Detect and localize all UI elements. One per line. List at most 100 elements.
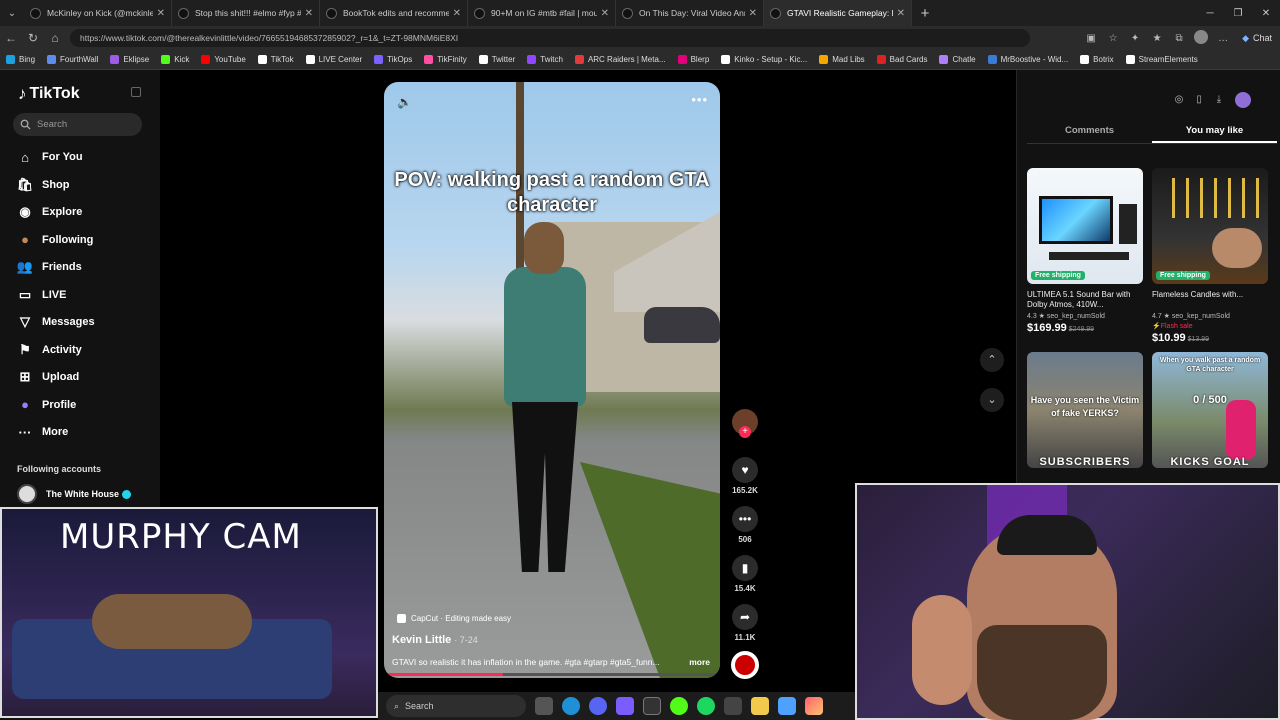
favorite-star-icon[interactable]: ☆ <box>1102 33 1124 44</box>
browser-tab[interactable]: Stop this shit!!! #elmo #fyp #parod ✕ <box>172 0 320 26</box>
sidebar-item-following[interactable]: ● Following <box>17 232 93 248</box>
close-tab-icon[interactable]: ✕ <box>897 8 905 19</box>
menu-dots-icon[interactable]: … <box>1212 33 1234 44</box>
suggested-video-card[interactable]: When you walk past a random GTA characte… <box>1152 352 1268 468</box>
url-field[interactable]: https://www.tiktok.com/@therealkevinlitt… <box>70 29 1030 47</box>
bookmark-item[interactable]: Kick <box>161 55 189 64</box>
close-tab-icon[interactable]: ✕ <box>453 8 461 19</box>
collapse-sidebar-icon[interactable] <box>131 87 141 97</box>
steam-icon[interactable] <box>724 697 742 715</box>
sidebar-item-profile[interactable]: ● Profile <box>17 397 76 413</box>
split-screen-icon[interactable]: ▣ <box>1080 33 1102 44</box>
next-video-chevron-down-icon[interactable]: ⌄ <box>980 388 1004 412</box>
browser-tab[interactable]: BookTok edits and recommendati ✕ <box>320 0 468 26</box>
tiktok-logo[interactable]: ♪ TikTok <box>18 84 80 104</box>
minimize-icon[interactable]: ─ <box>1196 0 1224 26</box>
video-progress-bar[interactable] <box>388 673 716 676</box>
coin-icon[interactable]: ◎ <box>1169 94 1189 105</box>
sidebar-item-activity[interactable]: ⚑ Activity <box>17 342 82 358</box>
sidebar-item-explore[interactable]: ◉ Explore <box>17 204 82 220</box>
browser-tab[interactable]: McKinley on Kick (@mckinley.tv) | ✕ <box>24 0 172 26</box>
search-input[interactable]: Search <box>13 113 142 136</box>
share-button[interactable]: ➦ 11.1K <box>729 604 761 642</box>
kick-icon[interactable] <box>670 697 688 715</box>
bookmark-item[interactable]: Twitch <box>527 55 563 64</box>
sidebar-item-shop[interactable]: 🛍 Shop <box>17 177 70 193</box>
close-tab-icon[interactable]: ✕ <box>157 8 165 19</box>
bookmark-item[interactable]: ARC Raiders | Meta... <box>574 55 666 64</box>
app-grid-icon[interactable] <box>616 697 634 715</box>
product-card[interactable]: Free shipping Flameless Candles with... … <box>1152 168 1268 344</box>
bookmark-item[interactable]: StreamElements <box>1125 55 1198 64</box>
copilot-chat-button[interactable]: ◆ Chat <box>1234 33 1280 44</box>
reload-icon[interactable]: ↻ <box>22 31 44 45</box>
sidebar-item-for-you[interactable]: ⌂ For You <box>17 149 82 165</box>
close-window-icon[interactable]: ✕ <box>1252 0 1280 26</box>
bookmark-item[interactable]: FourthWall <box>47 55 98 64</box>
collections-icon[interactable]: ⧉ <box>1168 33 1190 44</box>
home-icon[interactable]: ⌂ <box>44 31 66 45</box>
sidebar-item-live[interactable]: ▭ LIVE <box>17 287 67 303</box>
following-account-item[interactable]: The White House <box>17 484 132 504</box>
bookmark-item[interactable]: Twitter <box>478 55 515 64</box>
browser-tab-active[interactable]: GTAVI Realistic Gameplay: Infl ✕ <box>764 0 912 26</box>
more-link[interactable]: more <box>689 657 710 667</box>
video-more-options-icon[interactable]: ••• <box>691 92 708 107</box>
browser-tab[interactable]: On This Day: Viral Video Annivers ✕ <box>616 0 764 26</box>
tab-you-may-like[interactable]: You may like <box>1152 120 1277 143</box>
video-author[interactable]: Kevin Little · 7-24 <box>392 634 478 646</box>
bookmark-item[interactable]: MrBoostive - Wid... <box>987 55 1068 64</box>
bookmark-item[interactable]: Kinko - Setup - Kic... <box>721 55 807 64</box>
sidebar-item-more[interactable]: ··· More <box>17 424 69 440</box>
profile-icon[interactable] <box>1190 29 1212 47</box>
creator-avatar-button[interactable]: + <box>729 409 761 438</box>
notepad-icon[interactable] <box>778 697 796 715</box>
tab-comments[interactable]: Comments <box>1027 120 1152 143</box>
tab-list-chevron-icon[interactable]: ⌄ <box>0 0 24 26</box>
sidebar-item-friends[interactable]: 👥 Friends <box>17 259 82 275</box>
bookmark-item[interactable]: TikTok <box>257 55 294 64</box>
product-card[interactable]: Free shipping ULTIMEA 5.1 Sound Bar with… <box>1027 168 1143 334</box>
task-view-icon[interactable] <box>535 697 553 715</box>
bookmark-item[interactable]: Blerp <box>677 55 709 64</box>
close-tab-icon[interactable]: ✕ <box>601 8 609 19</box>
obs-icon[interactable] <box>643 697 661 715</box>
maximize-icon[interactable]: ❐ <box>1224 0 1252 26</box>
mute-icon[interactable]: 🔈 <box>397 95 412 109</box>
favorites-icon[interactable]: ★ <box>1146 33 1168 44</box>
user-avatar[interactable] <box>1235 92 1251 108</box>
extensions-icon[interactable]: ✦ <box>1124 33 1146 44</box>
instagram-icon[interactable] <box>805 697 823 715</box>
file-explorer-icon[interactable] <box>751 697 769 715</box>
previous-video-chevron-up-icon[interactable]: ⌃ <box>980 348 1004 372</box>
follow-plus-icon[interactable]: + <box>739 426 751 438</box>
close-tab-icon[interactable]: ✕ <box>305 8 313 19</box>
bookmark-item[interactable]: LIVE Center <box>305 55 362 64</box>
bookmark-item[interactable]: Eklipse <box>110 55 149 64</box>
bookmark-item[interactable]: YouTube <box>201 55 246 64</box>
download-icon[interactable]: ⤓ <box>1209 94 1229 105</box>
suggested-video-card[interactable]: Have you seen the Victim of fake YERKS? … <box>1027 352 1143 468</box>
discord-icon[interactable] <box>589 697 607 715</box>
bookmark-item[interactable]: Mad Libs <box>819 55 865 64</box>
bookmark-item[interactable]: Botrix <box>1080 55 1114 64</box>
browser-tab[interactable]: 90+M on IG #mtb #fail | mountai ✕ <box>468 0 616 26</box>
spotify-icon[interactable] <box>697 697 715 715</box>
sidebar-item-messages[interactable]: ▽ Messages <box>17 314 95 330</box>
bookmark-item[interactable]: TikOps <box>374 55 412 64</box>
capcut-tag[interactable]: CapCut · Editing made easy <box>397 614 511 623</box>
back-icon[interactable]: ← <box>0 31 22 45</box>
music-disc-button[interactable] <box>729 651 761 679</box>
edge-icon[interactable] <box>562 697 580 715</box>
save-button[interactable]: ▮ 15.4K <box>729 555 761 593</box>
taskbar-search[interactable]: ⌕ Search <box>386 695 526 717</box>
close-tab-icon[interactable]: ✕ <box>749 8 757 19</box>
bookmark-item[interactable]: Bad Cards <box>876 55 927 64</box>
comment-button[interactable]: ••• 506 <box>729 506 761 544</box>
like-button[interactable]: ♥ 165.2K <box>729 457 761 495</box>
bookmark-item[interactable]: Chatle <box>939 55 976 64</box>
bookmark-item[interactable]: TikFinity <box>424 55 467 64</box>
sidebar-item-upload[interactable]: ⊞ Upload <box>17 369 80 385</box>
new-tab-button[interactable]: + <box>912 5 938 22</box>
video-player[interactable]: POV: walking past a random GTA character… <box>384 82 720 678</box>
